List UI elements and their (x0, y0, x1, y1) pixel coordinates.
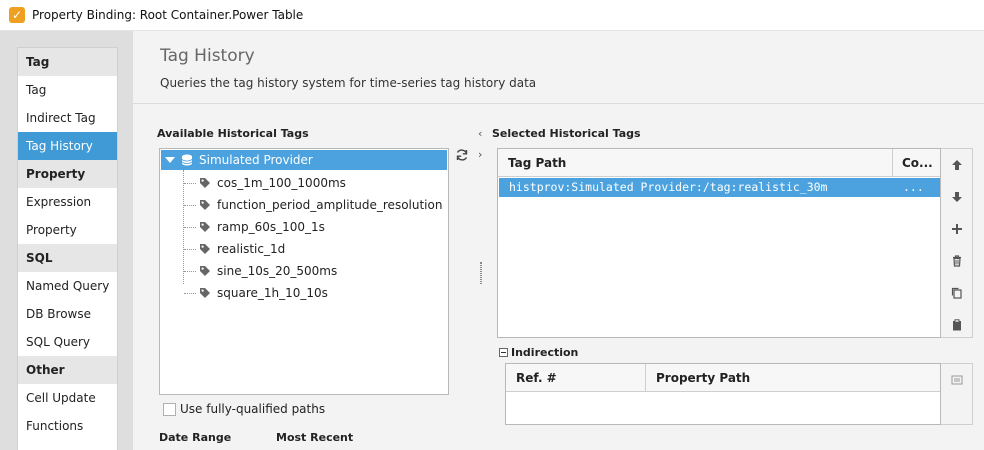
tag-icon (200, 288, 210, 298)
nav-group-sql: SQL (18, 244, 117, 272)
tree-root-node[interactable]: Simulated Provider (161, 150, 447, 170)
row-actions-toolbar (941, 148, 973, 338)
expand-right-icon[interactable]: › (478, 148, 482, 161)
delete-icon[interactable] (949, 253, 965, 269)
nav-item-named-query[interactable]: Named Query (18, 272, 117, 300)
title-bar: ✓ Property Binding: Root Container.Power… (0, 0, 984, 31)
tag-icon (200, 222, 210, 232)
indirection-collapse-icon[interactable] (499, 348, 508, 357)
column-header-config[interactable]: Co... (893, 149, 940, 177)
tree-connector (184, 182, 196, 184)
tag-icon (200, 200, 210, 210)
edit-icon[interactable] (949, 372, 965, 388)
indirection-toolbar (941, 363, 973, 425)
nav-item-expression[interactable]: Expression (18, 188, 117, 216)
tree-node-label: sine_10s_20_500ms (217, 264, 338, 278)
move-up-icon[interactable] (949, 157, 965, 173)
tree-node-tag[interactable]: cos_1m_100_1000ms (184, 172, 346, 194)
splitter-grip[interactable] (480, 262, 482, 284)
most-recent-label: Most Recent (276, 431, 354, 444)
tree-node-tag[interactable]: square_1h_10_10s (184, 282, 328, 304)
binding-type-list: Tag Tag Indirect Tag Tag History Property Exp… (17, 47, 118, 450)
window-title: Property Binding: Root Container.Power T… (32, 8, 304, 22)
table-row[interactable]: histprov:Simulated Provider:/tag:realist… (499, 178, 940, 197)
nav-item-indirect-tag[interactable]: Indirect Tag (18, 104, 117, 132)
tree-node-tag[interactable]: function_period_amplitude_resolution (184, 194, 442, 216)
column-header-tag-path[interactable]: Tag Path (498, 149, 893, 177)
nav-group-other: Other (18, 356, 117, 384)
tree-node-label: ramp_60s_100_1s (217, 220, 325, 234)
nav-item-functions[interactable]: Functions (18, 412, 117, 440)
refresh-icon[interactable] (455, 148, 469, 162)
tag-path-cell: histprov:Simulated Provider:/tag:realist… (509, 180, 828, 194)
tree-node-tag[interactable]: realistic_1d (184, 238, 285, 260)
indirection-table[interactable]: Ref. # Property Path (505, 363, 941, 425)
panel-header: Tag History Queries the tag history syst… (133, 31, 984, 104)
fully-qualified-checkbox[interactable] (163, 403, 176, 416)
paste-icon[interactable] (949, 317, 965, 333)
available-tags-label: Available Historical Tags (157, 127, 309, 140)
app-icon: ✓ (9, 7, 25, 23)
tree-node-tag[interactable]: sine_10s_20_500ms (184, 260, 337, 282)
available-tags-tree[interactable]: Simulated Provider cos_1m_100_1000msfunc… (159, 148, 449, 395)
tree-node-label: function_period_amplitude_resolution (217, 198, 443, 212)
nav-item-property[interactable]: Property (18, 216, 117, 244)
config-cell[interactable]: ... (903, 178, 924, 197)
tag-icon (200, 178, 210, 188)
nav-item-tag-history[interactable]: Tag History (18, 132, 117, 160)
expand-arrow-icon[interactable] (165, 157, 175, 163)
page-description: Queries the tag history system for time-… (160, 76, 537, 90)
selected-tags-table[interactable]: Tag Path Co... histprov:Simulated Provid… (497, 148, 941, 338)
binding-type-nav: Tag Tag Indirect Tag Tag History Property Exp… (0, 31, 133, 450)
nav-item-tag[interactable]: Tag (18, 76, 117, 104)
main-panel: Tag History Queries the tag history syst… (133, 31, 984, 450)
tree-connector (184, 248, 196, 250)
database-icon (181, 154, 193, 166)
tree-node-label: cos_1m_100_1000ms (217, 176, 346, 190)
nav-group-property: Property (18, 160, 117, 188)
date-range-label: Date Range (159, 431, 232, 444)
tree-node-tag[interactable]: ramp_60s_100_1s (184, 216, 325, 238)
tree-connector (184, 204, 196, 206)
tree-root-label: Simulated Provider (199, 153, 313, 167)
nav-item-db-browse[interactable]: DB Browse (18, 300, 117, 328)
move-down-icon[interactable] (949, 189, 965, 205)
collapse-left-icon[interactable]: ‹ (478, 127, 482, 140)
add-icon[interactable] (949, 221, 965, 237)
fully-qualified-label: Use fully-qualified paths (180, 402, 326, 416)
tree-connector (184, 270, 196, 272)
nav-group-tag: Tag (18, 48, 117, 76)
tree-connector (184, 226, 196, 228)
tree-connector (184, 292, 196, 294)
nav-item-sql-query[interactable]: SQL Query (18, 328, 117, 356)
column-header-ref[interactable]: Ref. # (506, 364, 646, 392)
page-title: Tag History (160, 46, 255, 66)
selected-tags-label: Selected Historical Tags (492, 127, 641, 140)
tag-icon (200, 266, 210, 276)
indirection-label: Indirection (511, 346, 579, 359)
tree-node-label: square_1h_10_10s (217, 286, 328, 300)
tag-icon (200, 244, 210, 254)
copy-icon[interactable] (949, 285, 965, 301)
nav-item-cell-update[interactable]: Cell Update (18, 384, 117, 412)
column-header-property-path[interactable]: Property Path (646, 364, 940, 392)
tree-node-label: realistic_1d (217, 242, 286, 256)
